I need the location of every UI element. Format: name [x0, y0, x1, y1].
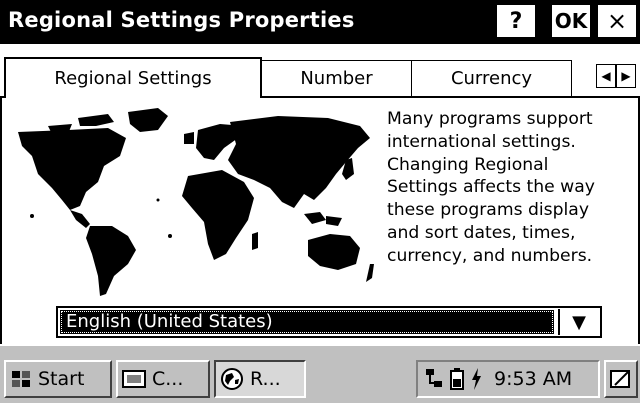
show-desktop-button[interactable]: [604, 360, 638, 398]
tab-scroll-right-button[interactable]: ▶: [616, 64, 636, 88]
power-icon[interactable]: [470, 367, 482, 391]
chevron-down-icon: ▼: [572, 311, 586, 333]
help-button[interactable]: ?: [497, 5, 535, 37]
description-line: Many programs support: [387, 109, 593, 129]
locale-select-button[interactable]: ▼: [558, 309, 598, 335]
taskbar-item-regional[interactable]: R...: [214, 360, 306, 398]
taskbar-item-label: C...: [152, 368, 184, 390]
world-map-icon: [18, 108, 374, 296]
taskbar-item-label: R...: [250, 368, 281, 390]
arrow-right-icon: ▶: [621, 69, 631, 83]
close-button[interactable]: ×: [598, 5, 636, 37]
arrow-left-icon: ◀: [601, 69, 611, 83]
description-line: currency, and numbers.: [387, 245, 593, 266]
start-label: Start: [38, 368, 85, 390]
tab-regional-settings[interactable]: Regional Settings: [4, 57, 262, 98]
system-tray: 9:53 AM: [416, 360, 600, 398]
tab-scroll-left-button[interactable]: ◀: [596, 64, 616, 88]
tab-number[interactable]: Number: [262, 60, 412, 96]
description-line: international settings.: [387, 131, 576, 152]
description-line: these programs display: [387, 200, 590, 221]
windows-flag-icon: [12, 371, 30, 387]
network-icon[interactable]: [424, 367, 444, 391]
globe-icon: [221, 368, 243, 390]
description-line: Settings affects the way: [387, 177, 595, 198]
taskbar-item-control-panel[interactable]: C...: [116, 360, 210, 398]
start-button[interactable]: Start: [4, 360, 112, 398]
control-panel-icon: [122, 370, 146, 388]
description-line: and sort dates, times,: [387, 222, 576, 243]
locale-select[interactable]: English (United States) ▼: [56, 306, 602, 338]
battery-icon[interactable]: [450, 367, 464, 391]
locale-select-value[interactable]: English (United States): [60, 310, 554, 334]
taskbar: Start C... R... 9:53 AM: [0, 344, 640, 403]
clock[interactable]: 9:53 AM: [494, 368, 572, 390]
title-bar: Regional Settings Properties ? OK ×: [0, 0, 640, 44]
description-text: Many programs support international sett…: [387, 108, 635, 268]
tab-currency[interactable]: Currency: [412, 60, 572, 96]
ok-button[interactable]: OK: [552, 5, 590, 37]
window-title: Regional Settings Properties: [8, 8, 355, 32]
show-desktop-icon: [610, 370, 630, 388]
description-line: Changing Regional: [387, 154, 549, 175]
